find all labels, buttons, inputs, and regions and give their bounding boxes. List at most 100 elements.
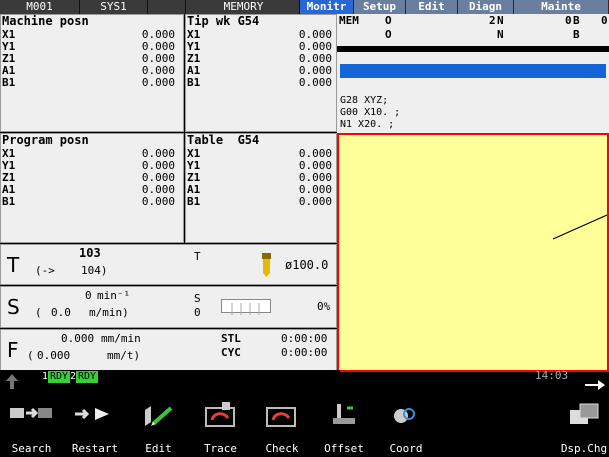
t-label: T bbox=[194, 250, 201, 263]
panel-title: Program posn bbox=[2, 133, 89, 147]
feed-value: 0.000 bbox=[61, 332, 95, 345]
edit-icon bbox=[141, 402, 177, 432]
blank-key-9[interactable] bbox=[500, 392, 560, 457]
coord-icon bbox=[391, 402, 421, 432]
feed-panel: F 0.000 mm/min ( 0.000 mm/t) STL 0:00:00… bbox=[0, 329, 337, 371]
next-tool-number: 104) bbox=[81, 264, 108, 277]
up-arrow-icon[interactable] bbox=[4, 372, 20, 390]
status-line-2: O N B bbox=[337, 28, 609, 42]
next-tool-prefix: (-> bbox=[35, 264, 55, 277]
display-change-icon bbox=[568, 402, 600, 434]
cyc-label: CYC bbox=[221, 346, 241, 359]
s-label: S bbox=[194, 292, 201, 305]
tab-edit[interactable]: Edit bbox=[406, 0, 458, 14]
display-change-button[interactable]: Dsp.Chg bbox=[559, 392, 609, 457]
rdy-1-badge: RDY bbox=[48, 371, 71, 383]
program-line: G28 XYZ; bbox=[340, 95, 389, 106]
feed-actual: 0.000 bbox=[37, 349, 71, 362]
axis-row: B1 0.000 bbox=[186, 77, 336, 89]
stl-time: 0:00:00 bbox=[281, 332, 328, 345]
tab-diagnosis[interactable]: Diagn bbox=[458, 0, 514, 14]
memory-mode-display: MEMORY bbox=[188, 0, 300, 14]
n-label: N bbox=[497, 14, 504, 27]
axis-value: 0.000 bbox=[298, 195, 332, 208]
axis-row: B1 0.000 bbox=[186, 196, 336, 208]
tab-monitor[interactable]: Monitr bbox=[300, 0, 354, 14]
clock: 14:03 bbox=[535, 369, 569, 382]
trace-button[interactable]: Trace bbox=[190, 392, 252, 457]
offset-label: Offset bbox=[324, 442, 364, 455]
rdy-2-badge: RDY bbox=[76, 371, 99, 383]
check-button[interactable]: Check bbox=[251, 392, 314, 457]
spindle-load-meter bbox=[221, 299, 271, 315]
run-status-panel: MEM O 2 N 0 B 0 O N B bbox=[337, 14, 609, 46]
program-posn-panel: Program posn X1 0.000 Y1 0.000 Z1 0.000 A1 0… bbox=[0, 133, 184, 243]
axis-value: 0.000 bbox=[298, 76, 332, 89]
axis-row: B1 0.000 bbox=[1, 77, 183, 89]
search-button[interactable]: Search bbox=[0, 392, 64, 457]
tool-number: 103 bbox=[79, 246, 101, 260]
axis-label: B1 bbox=[187, 195, 201, 208]
f-letter: F bbox=[7, 338, 19, 362]
paren-open: ( bbox=[27, 349, 34, 362]
search-label: Search bbox=[11, 442, 52, 455]
edit-button[interactable]: Edit bbox=[127, 392, 191, 457]
cyc-time: 0:00:00 bbox=[281, 346, 328, 359]
blank-key-8[interactable] bbox=[437, 392, 501, 457]
top-blank-cell bbox=[148, 0, 186, 14]
spindle-load-percent: 0% bbox=[317, 300, 331, 313]
coord-button[interactable]: Coord bbox=[375, 392, 438, 457]
offset-icon bbox=[329, 402, 359, 432]
edit-label: Edit bbox=[145, 442, 172, 455]
tip-wk-panel: Tip wk G54 X1 0.000 Y1 0.000 Z1 0.000 A1 0.0… bbox=[185, 14, 337, 132]
b-label: B bbox=[573, 28, 580, 41]
spindle-actual-unit: m/min) bbox=[89, 306, 129, 319]
tool-icon bbox=[262, 253, 271, 277]
trace-label: Trace bbox=[203, 442, 238, 455]
offset-button[interactable]: Offset bbox=[313, 392, 376, 457]
program-current-line-highlight bbox=[340, 64, 606, 78]
highlight-overlay-region bbox=[337, 133, 609, 372]
spindle-panel: S 0 min⁻¹ ( 0.0 m/min) S 0 0% bbox=[0, 286, 337, 328]
m-code-display: M001 bbox=[0, 0, 80, 14]
panel-title: Machine posn bbox=[2, 14, 89, 28]
check-icon bbox=[265, 402, 299, 432]
tab-setup[interactable]: Setup bbox=[354, 0, 406, 14]
axis-value: 0.000 bbox=[141, 195, 175, 208]
axis-value: 0.000 bbox=[141, 76, 175, 89]
tab-maintenance[interactable]: Mainte bbox=[514, 0, 609, 14]
o-label: O bbox=[385, 28, 392, 41]
feed-unit: mm/min bbox=[101, 332, 141, 345]
extra-number: 0 bbox=[601, 14, 608, 27]
coord-label: Coord bbox=[389, 442, 423, 455]
panel-title: Tip wk G54 bbox=[187, 14, 260, 28]
feed-actual-unit: mm/t) bbox=[107, 349, 141, 362]
trace-icon bbox=[204, 402, 238, 432]
restart-icon bbox=[73, 402, 117, 430]
program-list-panel[interactable]: G28 XYZ; G00 X10. ; N1 X20. ; bbox=[337, 52, 609, 136]
spindle-speed: 0 bbox=[85, 289, 92, 302]
axis-label: B1 bbox=[2, 76, 16, 89]
stl-label: STL bbox=[221, 332, 241, 345]
machine-posn-panel: Machine posn X1 0.000 Y1 0.000 Z1 0.000 A1 0… bbox=[0, 14, 184, 132]
t-letter: T bbox=[7, 253, 20, 277]
pointer-line bbox=[552, 214, 607, 240]
right-arrow-icon[interactable] bbox=[584, 377, 606, 391]
n-label: N bbox=[497, 28, 504, 41]
b-number: 0 bbox=[565, 14, 572, 27]
check-label: Check bbox=[265, 442, 299, 455]
panel-title: Table G54 bbox=[187, 133, 260, 147]
tool-diameter: ø100.0 bbox=[285, 258, 329, 272]
s-letter: S bbox=[7, 295, 20, 319]
spindle-actual: 0.0 bbox=[51, 306, 71, 319]
n-number: 2 bbox=[489, 14, 496, 27]
search-icon bbox=[9, 402, 54, 430]
table-panel: Table G54 X1 0.000 Y1 0.000 Z1 0.000 A1 0.00… bbox=[185, 133, 337, 243]
display-change-label: Dsp.Chg bbox=[560, 442, 608, 455]
o-label: O bbox=[385, 14, 392, 27]
spindle-speed-unit: min⁻¹ bbox=[97, 289, 131, 302]
tool-panel: T 103 (-> 104) T ø100.0 bbox=[0, 244, 337, 285]
restart-button[interactable]: Restart bbox=[63, 392, 128, 457]
paren-open: ( bbox=[35, 306, 42, 319]
axis-label: B1 bbox=[187, 76, 201, 89]
